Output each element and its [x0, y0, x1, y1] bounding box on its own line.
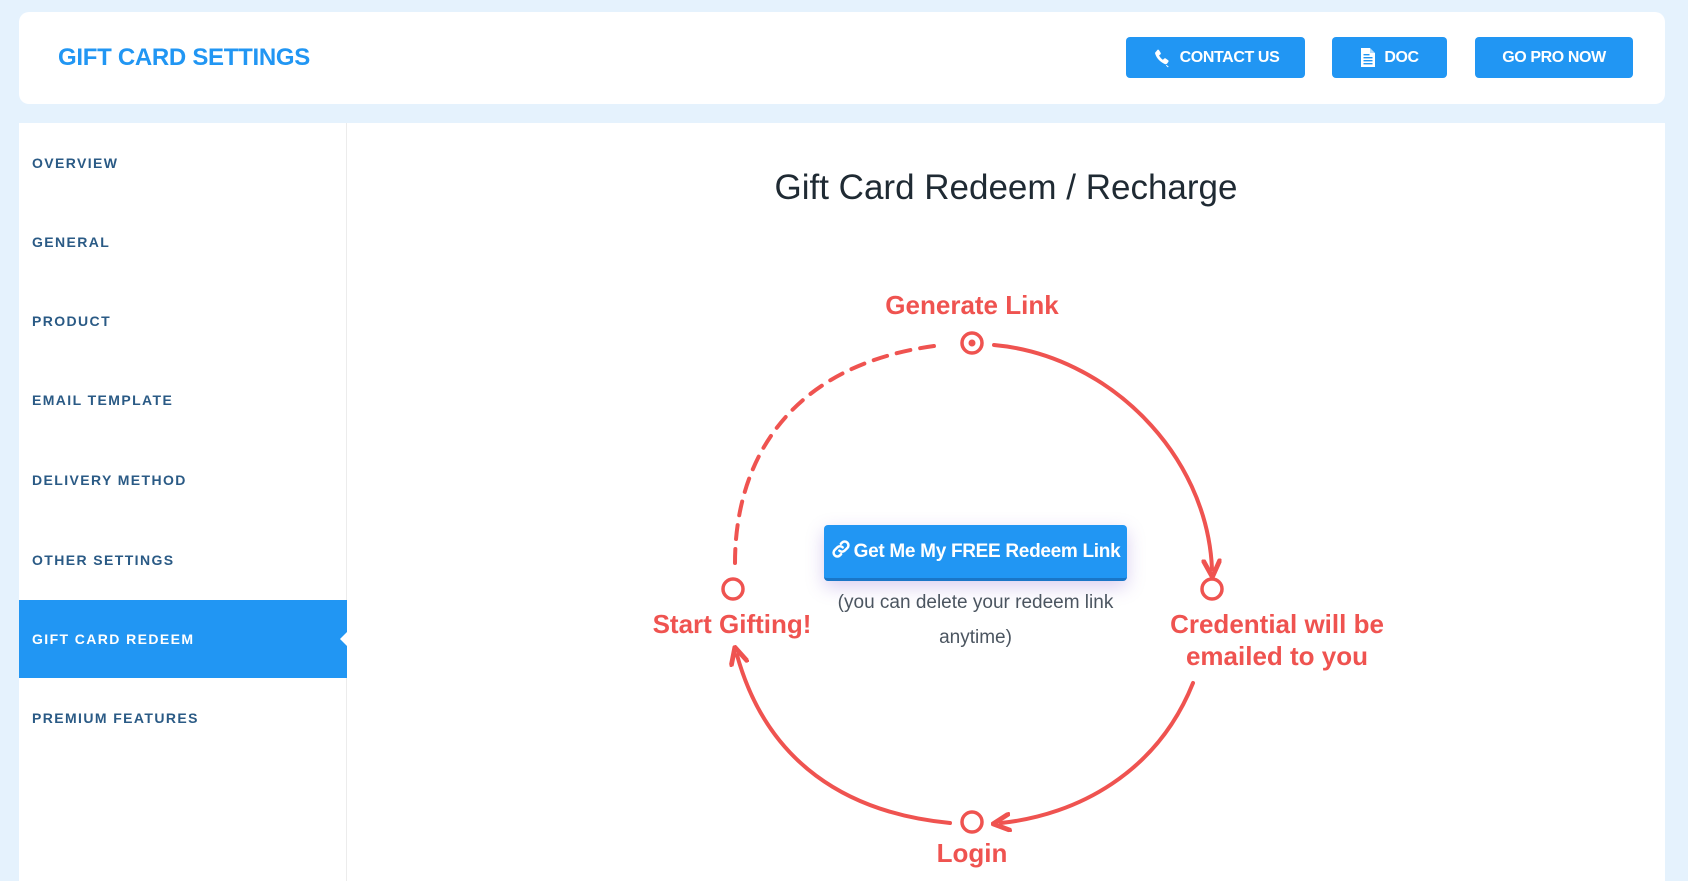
- sidebar-item-product[interactable]: PRODUCT: [19, 282, 348, 360]
- redeem-flow-diagram: [721, 331, 1224, 834]
- sidebar-item-label: PRODUCT: [32, 313, 112, 329]
- step-login: Login: [936, 838, 1008, 868]
- sidebar-item-delivery-method[interactable]: DELIVERY METHOD: [19, 441, 348, 519]
- sidebar-item-premium-features[interactable]: PREMIUM FEATURES: [19, 679, 348, 757]
- header-bar: GIFT CARD SETTINGS CONTACT US DOC GO PRO…: [19, 12, 1665, 104]
- sidebar-item-label: GENERAL: [32, 234, 111, 250]
- sidebar-item-label: GIFT CARD REDEEM: [32, 631, 195, 647]
- sidebar-item-label: PREMIUM FEATURES: [32, 710, 199, 726]
- contact-us-label: CONTACT US: [1179, 48, 1280, 66]
- get-redeem-link-button[interactable]: Get Me My FREE Redeem Link: [824, 525, 1127, 581]
- doc-button[interactable]: DOC: [1332, 37, 1447, 78]
- sidebar-item-overview[interactable]: OVERVIEW: [19, 124, 348, 202]
- step-generate-link: Generate Link: [885, 290, 1059, 320]
- link-icon: [831, 539, 851, 565]
- page-title: GIFT CARD SETTINGS: [58, 44, 310, 71]
- sidebar-item-label: OTHER SETTINGS: [32, 552, 175, 568]
- main-panel: Gift Card Redeem / Recharge Generate Lin…: [347, 123, 1665, 881]
- sidebar-item-label: EMAIL TEMPLATE: [32, 392, 174, 408]
- node-login: [960, 810, 984, 834]
- doc-label: DOC: [1384, 48, 1419, 66]
- sidebar-nav: OVERVIEW GENERAL PRODUCT EMAIL TEMPLATE …: [19, 123, 349, 881]
- step-credential-line1: Credential will be: [1170, 609, 1384, 639]
- document-icon: [1360, 48, 1376, 67]
- flow-arrow-login-to-gifting: [737, 655, 952, 825]
- step-credential-line2: emailed to you: [1185, 641, 1369, 671]
- step-credential-emailed: Credential will be emailed to you: [1137, 608, 1417, 672]
- get-redeem-link-label: Get Me My FREE Redeem Link: [853, 540, 1121, 562]
- cta-note: (you can delete your redeem link anytime…: [837, 592, 1114, 648]
- flow-arrow-credential-to-login: [1001, 681, 1195, 823]
- node-start-gifting: [721, 577, 745, 601]
- go-pro-label: GO PRO NOW: [1502, 48, 1606, 66]
- sidebar-item-email-template[interactable]: EMAIL TEMPLATE: [19, 361, 348, 439]
- sidebar-item-gift-card-redeem[interactable]: GIFT CARD REDEEM: [19, 600, 349, 678]
- sidebar-item-general[interactable]: GENERAL: [19, 203, 348, 281]
- step-start-gifting: Start Gifting!: [652, 609, 812, 639]
- contact-us-button[interactable]: CONTACT US: [1126, 37, 1305, 78]
- go-pro-button[interactable]: GO PRO NOW: [1475, 37, 1633, 78]
- phone-icon: [1152, 48, 1172, 68]
- sidebar-item-label: DELIVERY METHOD: [32, 472, 187, 488]
- sidebar-item-other-settings[interactable]: OTHER SETTINGS: [19, 521, 348, 599]
- sidebar-item-label: OVERVIEW: [32, 155, 119, 171]
- node-credential: [1200, 577, 1224, 601]
- node-generate-link-dot: [968, 339, 976, 347]
